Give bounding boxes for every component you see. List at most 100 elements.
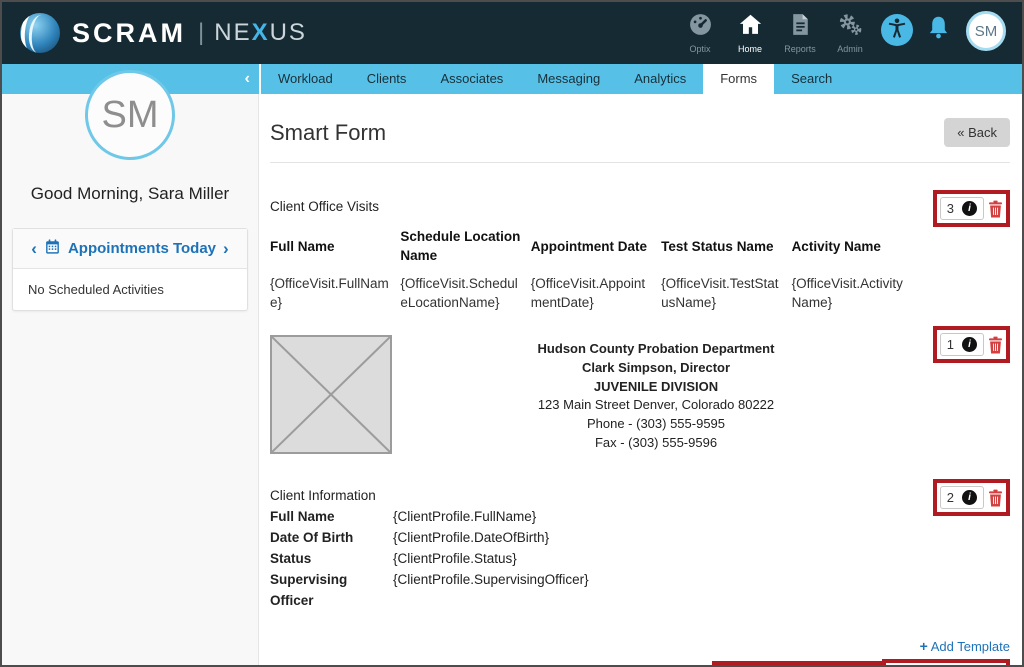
col-header-test-status: Test Status Name: [661, 237, 791, 256]
appointments-card: ‹ Appointments Today › No Scheduled Acti…: [12, 228, 248, 311]
annotation-box-nexus-input: [712, 661, 882, 665]
tab-analytics[interactable]: Analytics: [617, 64, 703, 94]
nav-optix[interactable]: Optix: [675, 12, 725, 54]
plus-icon: +: [920, 638, 928, 654]
image-placeholder: [270, 335, 392, 454]
field-value: {ClientProfile.DateOfBirth}: [393, 527, 549, 548]
prev-day-chevron-icon[interactable]: ‹: [31, 239, 37, 259]
bell-icon: [925, 28, 952, 45]
office-visits-table-header: Full Name Schedule Location Name Appoint…: [270, 227, 922, 265]
annotation-box-template-1: 1 i: [933, 326, 1010, 363]
office-visits-table: Full Name Schedule Location Name Appoint…: [270, 227, 922, 312]
appointments-title: Appointments Today: [68, 240, 216, 257]
app-window: SCRAM | NEXUS Optix Home Report: [0, 0, 1024, 667]
add-template-row: + Add Template: [270, 638, 1010, 654]
nav-home-label: Home: [738, 44, 762, 54]
letterhead-line: Phone - (303) 555-9595: [392, 415, 920, 434]
title-divider: [270, 162, 1010, 163]
nav-reports[interactable]: Reports: [775, 12, 825, 54]
brand-nexus-text: NEXUS: [214, 19, 307, 47]
cell-full-name: {OfficeVisit.FullName}: [270, 274, 400, 312]
annotation-box-template-2: 2 i: [933, 479, 1010, 516]
brand-logo: SCRAM | NEXUS: [20, 13, 307, 53]
field-label: Date Of Birth: [270, 527, 393, 548]
field-value: {ClientProfile.Status}: [393, 548, 517, 569]
template-order-number: 1: [947, 337, 954, 352]
appointments-header: ‹ Appointments Today ›: [13, 229, 247, 269]
template-order-number: 2: [947, 490, 954, 505]
letterhead-line: Hudson County Probation Department: [392, 340, 920, 359]
field-label: Supervising Officer: [270, 569, 393, 611]
add-template-label: Add Template: [931, 639, 1010, 654]
letterhead-line: Clark Simpson, Director: [392, 359, 920, 378]
info-icon[interactable]: i: [962, 490, 977, 505]
cell-activity-name: {OfficeVisit.ActivityName}: [792, 274, 922, 312]
notifications-button[interactable]: [925, 14, 952, 46]
sidebar-collapse-chevron-icon[interactable]: ‹: [245, 71, 250, 87]
letterhead-text: Hudson County Probation Department Clark…: [392, 335, 920, 454]
gears-icon: [838, 12, 863, 42]
office-visits-placeholder-row: {OfficeVisit.FullName} {OfficeVisit.Sche…: [270, 274, 922, 312]
template-order-badge[interactable]: 3 i: [940, 197, 984, 220]
client-info-section: 2 i Client Information Full Name {Client…: [270, 488, 1010, 611]
nav-admin[interactable]: Admin: [825, 12, 875, 54]
tab-clients[interactable]: Clients: [350, 64, 424, 94]
col-header-activity-name: Activity Name: [792, 237, 922, 256]
field-value: {ClientProfile.FullName}: [393, 506, 536, 527]
user-avatar-initials: SM: [975, 23, 998, 40]
letterhead-line: 123 Main Street Denver, Colorado 80222: [392, 396, 920, 415]
tab-workload[interactable]: Workload: [261, 64, 350, 94]
tab-associates[interactable]: Associates: [423, 64, 520, 94]
field-label: Status: [270, 548, 393, 569]
office-visits-section: 3 i Client Office Visits Full Name Sched…: [270, 199, 1010, 312]
annotation-box-template-3: 3 i: [933, 190, 1010, 227]
page-title: Smart Form: [270, 120, 386, 146]
col-header-full-name: Full Name: [270, 237, 400, 256]
add-template-link[interactable]: + Add Template: [920, 639, 1010, 654]
template-order-number: 3: [947, 201, 954, 216]
delete-template-button[interactable]: [987, 335, 1004, 355]
user-avatar[interactable]: SM: [966, 11, 1006, 51]
delete-template-button[interactable]: [987, 199, 1004, 219]
info-icon[interactable]: i: [962, 337, 977, 352]
accessibility-button[interactable]: [881, 14, 913, 46]
client-info-row: Full Name {ClientProfile.FullName}: [270, 506, 1010, 527]
tab-search[interactable]: Search: [774, 64, 849, 94]
main-tabs: Workload Clients Associates Messaging An…: [259, 64, 849, 94]
brand-divider: |: [198, 19, 204, 47]
cell-schedule-location: {OfficeVisit.ScheduleLocationName}: [400, 274, 530, 312]
nav-optix-label: Optix: [689, 44, 710, 54]
brand-scram-text: SCRAM: [72, 18, 186, 49]
col-header-schedule-location: Schedule Location Name: [400, 227, 530, 265]
calendar-icon: [44, 238, 61, 259]
info-icon[interactable]: i: [962, 201, 977, 216]
accessibility-icon: [885, 16, 909, 45]
brand-nexus-us: US: [270, 19, 307, 46]
nav-home[interactable]: Home: [725, 12, 775, 54]
sidebar-avatar: SM: [85, 70, 175, 160]
office-visits-label: Client Office Visits: [270, 199, 1010, 214]
cell-appointment-date: {OfficeVisit.AppointmentDate}: [531, 274, 661, 312]
home-icon: [738, 12, 763, 42]
tab-messaging[interactable]: Messaging: [520, 64, 617, 94]
appointments-empty-message: No Scheduled Activities: [13, 269, 247, 310]
field-label: Full Name: [270, 506, 393, 527]
sidebar: SM Good Morning, Sara Miller ‹ Appointme…: [2, 94, 259, 665]
scram-globe-icon: [20, 13, 60, 53]
top-header: SCRAM | NEXUS Optix Home Report: [2, 2, 1022, 64]
template-order-badge[interactable]: 2 i: [940, 486, 984, 509]
letterhead-line: JUVENILE DIVISION: [392, 378, 920, 397]
tab-forms[interactable]: Forms: [703, 64, 774, 94]
client-info-row: Status {ClientProfile.Status}: [270, 548, 1010, 569]
back-button[interactable]: « Back: [944, 118, 1010, 147]
brand-nexus-ne: NE: [214, 19, 251, 46]
brand-nexus-x: X: [252, 19, 270, 46]
client-info-label: Client Information: [270, 488, 1010, 503]
next-day-chevron-icon[interactable]: ›: [223, 239, 229, 259]
delete-template-button[interactable]: [987, 488, 1004, 508]
col-header-appointment-date: Appointment Date: [531, 237, 661, 256]
cell-test-status: {OfficeVisit.TestStatusName}: [661, 274, 791, 312]
template-order-badge[interactable]: 1 i: [940, 333, 984, 356]
main-content: Smart Form « Back 3 i Client Office Visi…: [259, 94, 1022, 665]
sidebar-avatar-initials: SM: [102, 94, 159, 137]
